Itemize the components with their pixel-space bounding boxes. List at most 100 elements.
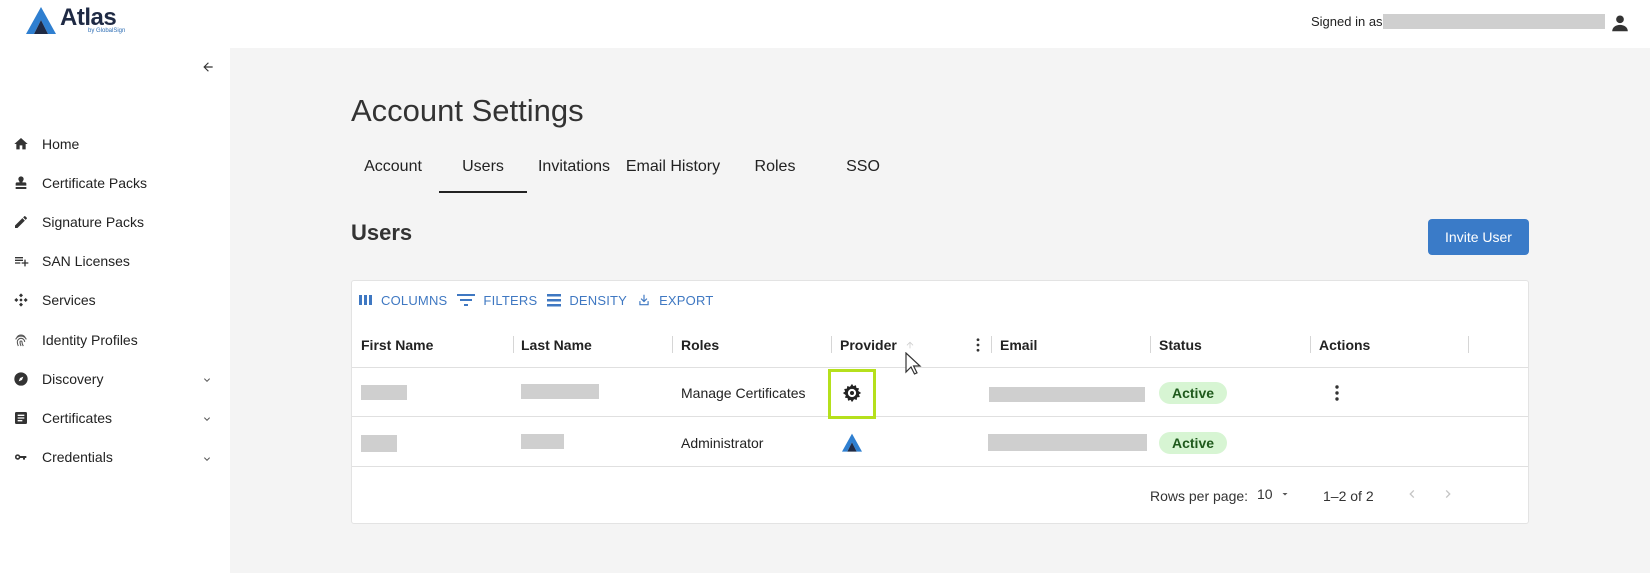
caret-down-icon: [1282, 493, 1288, 496]
collapse-sidebar-button[interactable]: [201, 60, 215, 79]
tab-account[interactable]: Account: [351, 151, 435, 193]
sidebar-item-label: Certificate Packs: [42, 174, 148, 191]
download-icon: [639, 294, 649, 306]
email-cell: [988, 418, 1147, 467]
column-separator[interactable]: [672, 336, 673, 353]
chevron-down-icon[interactable]: [201, 373, 213, 389]
atlas-logo-icon: [26, 7, 56, 34]
tab-invitations[interactable]: Invitations: [531, 151, 617, 193]
signed-in-status: Signed in as: [1311, 14, 1605, 29]
document-icon: [12, 409, 29, 426]
tab-users[interactable]: Users: [439, 151, 527, 193]
table-row[interactable]: Manage Certificates Active: [352, 368, 1528, 419]
sidebar-item-certificate-packs[interactable]: Certificate Packs: [0, 163, 230, 202]
first-name-cell: [361, 418, 397, 467]
column-separator[interactable]: [991, 336, 992, 353]
sidebar-item-label: Certificates: [42, 409, 113, 426]
chevron-down-icon[interactable]: [201, 412, 213, 428]
sidebar-item-identity-profiles[interactable]: Identity Profiles: [0, 320, 230, 359]
page-title: Account Settings: [351, 93, 584, 128]
column-header-status[interactable]: Status: [1159, 322, 1202, 368]
pagination-range: 1–2 of 2: [1323, 488, 1374, 504]
redacted-user-email: [1382, 14, 1605, 29]
redacted-last-name: [521, 434, 564, 449]
column-menu-button[interactable]: [972, 322, 984, 368]
sort-arrow-icon: [906, 341, 914, 349]
status-badge: Active: [1159, 381, 1228, 404]
email-cell: [989, 368, 1145, 417]
column-separator[interactable]: [513, 336, 514, 353]
stamp-icon: [12, 174, 29, 191]
fingerprint-icon: [12, 331, 29, 348]
atlas-logo-icon: [842, 433, 862, 452]
column-separator[interactable]: [1150, 336, 1151, 353]
redacted-email: [989, 387, 1145, 402]
columns-label: COLUMNS: [381, 292, 448, 308]
provider-header-label: Provider: [840, 337, 897, 353]
filters-button[interactable]: FILTERS: [457, 293, 537, 308]
columns-button[interactable]: COLUMNS: [359, 293, 447, 308]
column-header-last-name[interactable]: Last Name: [521, 322, 592, 368]
chevron-right-icon: [1445, 490, 1451, 498]
sidebar-item-label: Credentials: [42, 449, 113, 466]
column-separator[interactable]: [831, 336, 832, 353]
column-header-first-name[interactable]: First Name: [361, 322, 433, 368]
export-label: EXPORT: [659, 292, 714, 308]
sso-gear-icon: [842, 383, 862, 402]
sidebar-item-home[interactable]: Home: [0, 124, 230, 163]
chevron-down-icon[interactable]: [201, 452, 213, 468]
tab-roles[interactable]: Roles: [734, 151, 816, 193]
rows-per-page-select[interactable]: 10: [1257, 486, 1291, 502]
role-cell: Manage Certificates: [681, 384, 806, 401]
grid-header-row: First Name Last Name Roles Provider Emai…: [352, 322, 1528, 368]
table-row[interactable]: Administrator Active: [352, 418, 1528, 467]
previous-page-button[interactable]: [1404, 485, 1420, 506]
more-vertical-icon: [976, 338, 980, 352]
sidebar-item-label: Services: [42, 292, 96, 309]
next-page-button[interactable]: [1440, 485, 1456, 506]
columns-icon: [359, 295, 372, 305]
column-header-provider[interactable]: Provider: [840, 322, 915, 368]
invite-user-button[interactable]: Invite User: [1428, 219, 1529, 255]
sidebar-item-label: Discovery: [42, 370, 104, 387]
column-separator[interactable]: [1468, 336, 1469, 353]
filter-icon: [457, 294, 476, 306]
sidebar-item-san-licenses[interactable]: SAN Licenses: [0, 242, 230, 281]
sidebar: Home Certificate Packs Signature Packs S…: [0, 48, 230, 573]
sidebar-item-label: Home: [42, 135, 80, 152]
column-separator[interactable]: [1310, 336, 1311, 353]
sidebar-item-credentials[interactable]: Credentials: [0, 438, 230, 477]
home-icon: [12, 135, 29, 152]
top-bar: Atlas by GlobalSign Signed in as: [0, 0, 1650, 48]
density-button[interactable]: DENSITY: [547, 293, 627, 308]
sidebar-item-signature-packs[interactable]: Signature Packs: [0, 202, 230, 241]
redacted-first-name: [361, 435, 397, 452]
rows-per-page-label: Rows per page:: [1150, 488, 1249, 504]
export-button[interactable]: EXPORT: [637, 293, 713, 308]
account-icon[interactable]: [1609, 12, 1631, 39]
last-name-cell: [521, 418, 564, 467]
column-header-roles[interactable]: Roles: [681, 322, 719, 368]
logo-text: Atlas: [60, 4, 117, 31]
sidebar-item-certificates[interactable]: Certificates: [0, 398, 230, 437]
density-label: DENSITY: [569, 292, 628, 308]
density-icon: [547, 293, 562, 306]
services-icon: [12, 292, 29, 309]
sidebar-item-label: Identity Profiles: [42, 331, 138, 348]
sidebar-item-discovery[interactable]: Discovery: [0, 359, 230, 398]
sidebar-nav: Home Certificate Packs Signature Packs S…: [0, 124, 230, 477]
sidebar-item-services[interactable]: Services: [0, 281, 230, 320]
redacted-email: [988, 434, 1147, 451]
redacted-last-name: [521, 384, 599, 399]
row-actions-button[interactable]: [1334, 368, 1340, 417]
tab-email-history[interactable]: Email History: [621, 151, 725, 193]
column-header-email[interactable]: Email: [1000, 322, 1037, 368]
status-cell: Active: [1159, 418, 1228, 467]
users-data-grid: COLUMNS FILTERS DENSITY EXPORT First Nam…: [351, 280, 1529, 524]
grid-pagination: Rows per page: 10 1–2 of 2: [352, 468, 1528, 524]
playlist-add-icon: [12, 253, 29, 270]
tab-sso[interactable]: SSO: [821, 151, 905, 193]
atlas-logo[interactable]: Atlas by GlobalSign: [25, 6, 125, 36]
key-icon: [12, 449, 29, 466]
column-header-actions[interactable]: Actions: [1319, 322, 1370, 368]
